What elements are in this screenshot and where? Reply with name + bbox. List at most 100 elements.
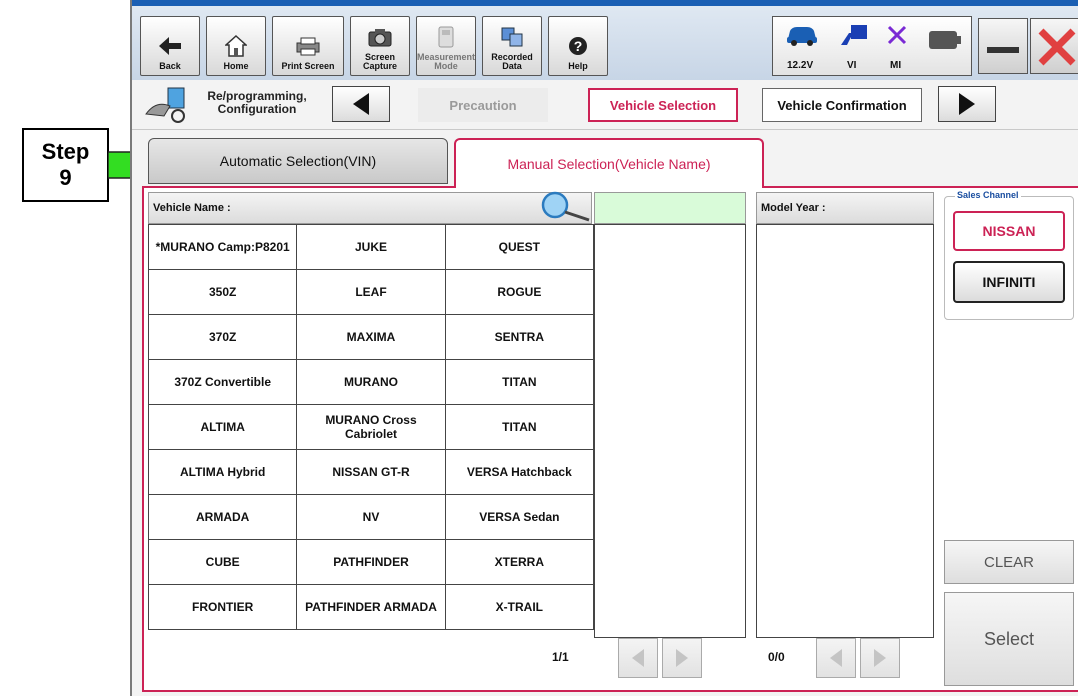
sales-channel-legend: Sales Channel bbox=[955, 190, 1021, 200]
vehicle-next-page-button[interactable] bbox=[662, 638, 702, 678]
vehicle-grid-row: FRONTIER PATHFINDER ARMADA X-TRAIL bbox=[147, 584, 595, 630]
back-arrow-icon bbox=[157, 34, 183, 58]
vehicle-name-cell[interactable]: FRONTIER bbox=[147, 584, 298, 630]
crumb-vehicle-selection: Vehicle Selection bbox=[588, 88, 738, 122]
mi-label: MI bbox=[890, 60, 902, 71]
vehicle-name-cell[interactable]: TITAN bbox=[444, 404, 595, 450]
vehicle-name-cell[interactable]: PATHFINDER bbox=[296, 539, 446, 585]
vehicle-name-cell[interactable]: 350Z bbox=[147, 269, 298, 315]
vehicle-grid-row: *MURANO Camp:P8201 JUKE QUEST bbox=[147, 224, 595, 270]
status-pane: 12.2V VI MI bbox=[772, 16, 972, 76]
clear-button[interactable]: CLEAR bbox=[944, 540, 1074, 584]
left-triangle-icon bbox=[830, 649, 842, 667]
vehicle-name-cell[interactable]: PATHFINDER ARMADA bbox=[296, 584, 446, 630]
breadcrumb-bar: Re/programming, Configuration Precaution… bbox=[132, 80, 1078, 130]
previous-step-button[interactable] bbox=[332, 86, 390, 122]
vehicle-name-cell[interactable]: CUBE bbox=[147, 539, 298, 585]
vehicle-prev-page-button[interactable] bbox=[618, 638, 658, 678]
vehicle-grid-row: CUBE PATHFINDER XTERRA bbox=[147, 539, 595, 585]
infiniti-button[interactable]: INFINITI bbox=[953, 261, 1065, 303]
recorded-data-button[interactable]: Recorded Data bbox=[482, 16, 542, 76]
back-button[interactable]: Back bbox=[140, 16, 200, 76]
vi-label: VI bbox=[847, 60, 857, 71]
vehicle-name-cell[interactable]: 370Z Convertible bbox=[147, 359, 298, 405]
vehicle-name-header: Vehicle Name : bbox=[148, 192, 592, 224]
home-label: Home bbox=[223, 61, 249, 71]
vehicle-name-cell[interactable]: ARMADA bbox=[147, 494, 298, 540]
model-year-header: Model Year : bbox=[756, 192, 934, 224]
print-screen-button[interactable]: Print Screen bbox=[272, 16, 344, 76]
sales-channel-group: Sales Channel NISSAN INFINITI bbox=[944, 190, 1074, 320]
voltage-label: 12.2V bbox=[787, 60, 814, 71]
home-icon bbox=[223, 34, 249, 58]
battery-icon bbox=[929, 31, 961, 49]
right-triangle-icon bbox=[676, 649, 688, 667]
vi-connector-icon bbox=[841, 25, 867, 45]
minimize-icon bbox=[987, 47, 1019, 53]
vehicle-grid-row: 350Z LEAF ROGUE bbox=[147, 269, 595, 315]
select-button[interactable]: Select bbox=[944, 592, 1074, 686]
vehicle-name-cell[interactable]: NISSAN GT-R bbox=[296, 449, 446, 495]
recorded-label-2: Data bbox=[502, 61, 522, 71]
left-triangle-icon bbox=[632, 649, 644, 667]
vehicle-grid-row: 370Z Convertible MURANO TITAN bbox=[147, 359, 595, 405]
vehicle-grid-row: ALTIMA MURANO Cross Cabriolet TITAN bbox=[147, 404, 595, 450]
vehicle-name-cell[interactable]: 370Z bbox=[147, 314, 298, 360]
crumb-precaution: Precaution bbox=[418, 88, 548, 122]
model-year-page-indicator: 0/0 bbox=[768, 650, 785, 664]
recorded-data-icon bbox=[499, 25, 525, 49]
vehicle-search-field[interactable] bbox=[594, 192, 746, 224]
vehicle-name-cell[interactable]: QUEST bbox=[444, 224, 595, 270]
next-step-button[interactable] bbox=[938, 86, 996, 122]
nissan-button[interactable]: NISSAN bbox=[953, 211, 1065, 251]
measurement-label-2: Mode bbox=[434, 61, 458, 71]
screen-capture-button[interactable]: Screen Capture bbox=[350, 16, 410, 76]
help-button[interactable]: ? Help bbox=[548, 16, 608, 76]
car-icon bbox=[787, 27, 817, 46]
help-icon: ? bbox=[565, 34, 591, 58]
measurement-mode-button[interactable]: Measurement Mode bbox=[416, 16, 476, 76]
reprogramming-icon bbox=[145, 87, 185, 123]
step-number: 9 bbox=[59, 165, 72, 190]
vehicle-name-cell[interactable]: ROGUE bbox=[444, 269, 595, 315]
vehicle-name-cell[interactable]: NV bbox=[296, 494, 446, 540]
vehicle-name-cell[interactable]: VERSA Sedan bbox=[444, 494, 595, 540]
vehicle-name-cell[interactable]: XTERRA bbox=[444, 539, 595, 585]
screen-capture-label-2: Capture bbox=[362, 61, 397, 71]
vehicle-name-cell[interactable]: ALTIMA bbox=[147, 404, 298, 450]
vehicle-grid-row: ALTIMA Hybrid NISSAN GT-R VERSA Hatchback bbox=[147, 449, 595, 495]
vehicle-name-grid: *MURANO Camp:P8201 JUKE QUEST 350Z LEAF ROGUE… bbox=[147, 224, 595, 630]
vehicle-name-cell[interactable]: MURANO bbox=[296, 359, 446, 405]
vehicle-name-cell[interactable]: ALTIMA Hybrid bbox=[147, 449, 298, 495]
printer-icon bbox=[295, 34, 321, 58]
measurement-icon bbox=[433, 25, 459, 49]
home-button[interactable]: Home bbox=[206, 16, 266, 76]
close-button[interactable] bbox=[1030, 18, 1078, 74]
vehicle-grid-row: 370Z MAXIMA SENTRA bbox=[147, 314, 595, 360]
svg-text:?: ? bbox=[574, 38, 583, 54]
model-year-next-page-button[interactable] bbox=[860, 638, 900, 678]
step-callout: Step 9 bbox=[22, 128, 109, 202]
vehicle-name-cell[interactable]: MAXIMA bbox=[296, 314, 446, 360]
print-screen-label: Print Screen bbox=[281, 61, 335, 71]
vehicle-name-cell[interactable]: X-TRAIL bbox=[444, 584, 595, 630]
vehicle-name-cell[interactable]: VERSA Hatchback bbox=[444, 449, 595, 495]
vehicle-sub-list[interactable] bbox=[594, 224, 746, 638]
vehicle-name-cell[interactable]: JUKE bbox=[296, 224, 446, 270]
model-year-list[interactable] bbox=[756, 224, 934, 638]
vehicle-name-cell[interactable]: MURANO Cross Cabriolet bbox=[296, 404, 446, 450]
vehicle-name-cell[interactable]: LEAF bbox=[296, 269, 446, 315]
reprogramming-label: Re/programming, Configuration bbox=[202, 90, 312, 116]
search-icon[interactable] bbox=[539, 190, 593, 224]
mi-x-icon bbox=[887, 25, 907, 45]
minimize-button[interactable] bbox=[978, 18, 1028, 74]
model-year-prev-page-button[interactable] bbox=[816, 638, 856, 678]
vehicle-name-cell[interactable]: *MURANO Camp:P8201 bbox=[147, 224, 298, 270]
tab-manual-selection[interactable]: Manual Selection(Vehicle Name) bbox=[454, 138, 764, 188]
tab-automatic-selection[interactable]: Automatic Selection(VIN) bbox=[148, 138, 448, 184]
right-triangle-icon bbox=[959, 93, 975, 115]
toolbar: Back Home Print Screen Screen Capture Me… bbox=[132, 6, 1078, 80]
left-triangle-icon bbox=[353, 93, 369, 115]
vehicle-name-cell[interactable]: SENTRA bbox=[444, 314, 595, 360]
vehicle-name-cell[interactable]: TITAN bbox=[444, 359, 595, 405]
